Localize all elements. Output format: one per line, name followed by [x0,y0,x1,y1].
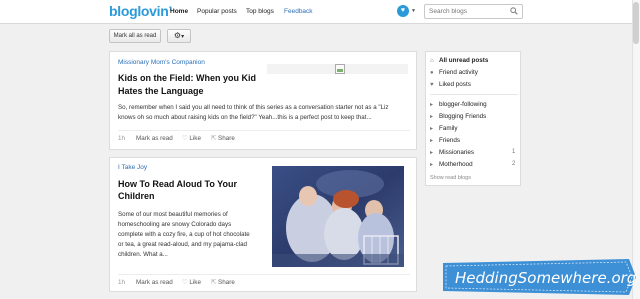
post-time: 1h [118,135,126,142]
sidebar-item-label: Liked posts [439,81,471,88]
sidebar: ⌂ All unread posts ● Friend activity ♥ Like… [425,51,521,186]
mark-all-as-read-button[interactable]: Mark all as read [109,29,161,43]
nav-top-blogs[interactable]: Top blogs [246,8,274,15]
sidebar-item-family[interactable]: ▸ Family [430,125,458,132]
sidebar-item-friend-activity[interactable]: ● Friend activity [430,69,478,76]
sidebar-item-missionaries[interactable]: ▸ Missionaries [430,149,474,156]
post-title-line[interactable]: Hates the Language [118,85,204,97]
heart-icon[interactable]: ♥ [397,5,409,17]
top-bar: bloglovin’ Home Popular posts Top blogs … [0,0,640,24]
mark-as-read-button[interactable]: Mark as read [136,279,173,286]
broken-image-icon [335,64,345,74]
divider [118,130,410,131]
chevron-right-icon: ▸ [430,150,434,156]
post-excerpt-line: homeschooling are snowy Colorado days [118,221,232,228]
chevron-right-icon: ▸ [430,114,434,120]
search-icon[interactable] [510,7,518,15]
post-time: 1h [118,279,126,286]
chevron-down-icon[interactable]: ▼ [411,8,416,14]
post-blog-name[interactable]: Missionary Mom's Companion [118,59,205,66]
sidebar-item-label: All unread posts [439,57,489,64]
watermark-banner: HeddingSomewhere.org [443,259,636,295]
share-button[interactable]: ⇱ Share [211,279,235,286]
post-title-line[interactable]: Children [118,190,155,202]
chevron-right-icon: ▸ [430,138,434,144]
nav-popular-posts[interactable]: Popular posts [197,8,237,15]
sidebar-item-liked-posts[interactable]: ♥ Liked posts [430,81,471,88]
like-button[interactable]: ♡ Like [182,135,201,142]
svg-text:HeddingSomewhere.org: HeddingSomewhere.org [455,269,636,287]
chevron-right-icon: ▸ [430,162,434,168]
post-excerpt-line: So, remember when I said you all need to… [118,104,389,111]
like-label: Like [189,279,201,286]
mark-as-read-button[interactable]: Mark as read [136,135,173,142]
sidebar-item-blogging-friends[interactable]: ▸ Blogging Friends [430,113,486,120]
share-icon: ⇱ [211,135,217,142]
sidebar-item-friends[interactable]: ▸ Friends [430,137,460,144]
share-button[interactable]: ⇱ Share [211,135,235,142]
sidebar-item-all-unread[interactable]: ⌂ All unread posts [430,57,488,64]
post-excerpt-line: complete with a cozy fire, a cup of hot … [118,231,250,238]
divider [430,94,518,95]
sidebar-item-motherhood[interactable]: ▸ Motherhood [430,161,473,168]
chevron-right-icon: ▸ [430,102,434,108]
sidebar-item-label: Friends [439,137,460,144]
nav-home[interactable]: Home [170,8,188,15]
post-blog-name[interactable]: I Take Joy [118,164,147,171]
post-card: I Take Joy How To Read Aloud To Your Chi… [109,157,417,292]
chevron-right-icon: ▸ [430,126,434,132]
sidebar-item-label: blogger-following [439,101,487,108]
post-thumbnail-image[interactable] [272,166,404,267]
chevron-down-icon: ▾ [181,34,185,40]
search-input[interactable] [424,4,523,19]
bloglovin-logo[interactable]: bloglovin’ [109,3,172,19]
post-excerpt-line: Some of our most beautiful memories of [118,211,228,218]
post-excerpt-line: or tea, a great read-aloud, and my pajam… [118,241,247,248]
sidebar-item-label: Missionaries [439,149,474,156]
heart-icon: ♥ [430,82,434,88]
share-label: Share [218,135,235,142]
post-excerpt-line: knows oh so much about raising kids on t… [118,114,372,121]
like-button[interactable]: ♡ Like [182,279,201,286]
sidebar-item-blogger-following[interactable]: ▸ blogger-following [430,101,487,108]
sidebar-item-label: Family [439,125,458,132]
sidebar-item-label: Motherhood [439,161,473,168]
divider [118,274,410,275]
heart-icon: ♡ [182,279,188,286]
post-title-line[interactable]: How To Read Aloud To Your [118,178,237,190]
sidebar-item-label: Friend activity [439,69,478,76]
gear-icon: ⚙ [173,31,182,40]
unread-count: 1 [512,149,516,155]
scrollbar-track[interactable] [632,0,640,299]
heart-icon: ♡ [182,135,188,142]
post-card: Missionary Mom's Companion Kids on the F… [109,51,417,150]
person-icon: ● [430,70,434,76]
settings-button[interactable]: ⚙▾ [167,29,191,43]
show-read-blogs-link[interactable]: Show read blogs [430,175,471,181]
share-label: Share [218,279,235,286]
unread-count: 2 [512,161,516,167]
sidebar-item-label: Blogging Friends [439,113,487,120]
home-icon: ⌂ [430,58,434,64]
post-title-line[interactable]: Kids on the Field: When you Kid [118,72,256,84]
scrollbar-thumb[interactable] [633,2,639,44]
nav-feedback[interactable]: Feedback [284,8,313,15]
like-label: Like [189,135,201,142]
post-excerpt-line: children. What a... [118,251,168,258]
share-icon: ⇱ [211,279,217,286]
